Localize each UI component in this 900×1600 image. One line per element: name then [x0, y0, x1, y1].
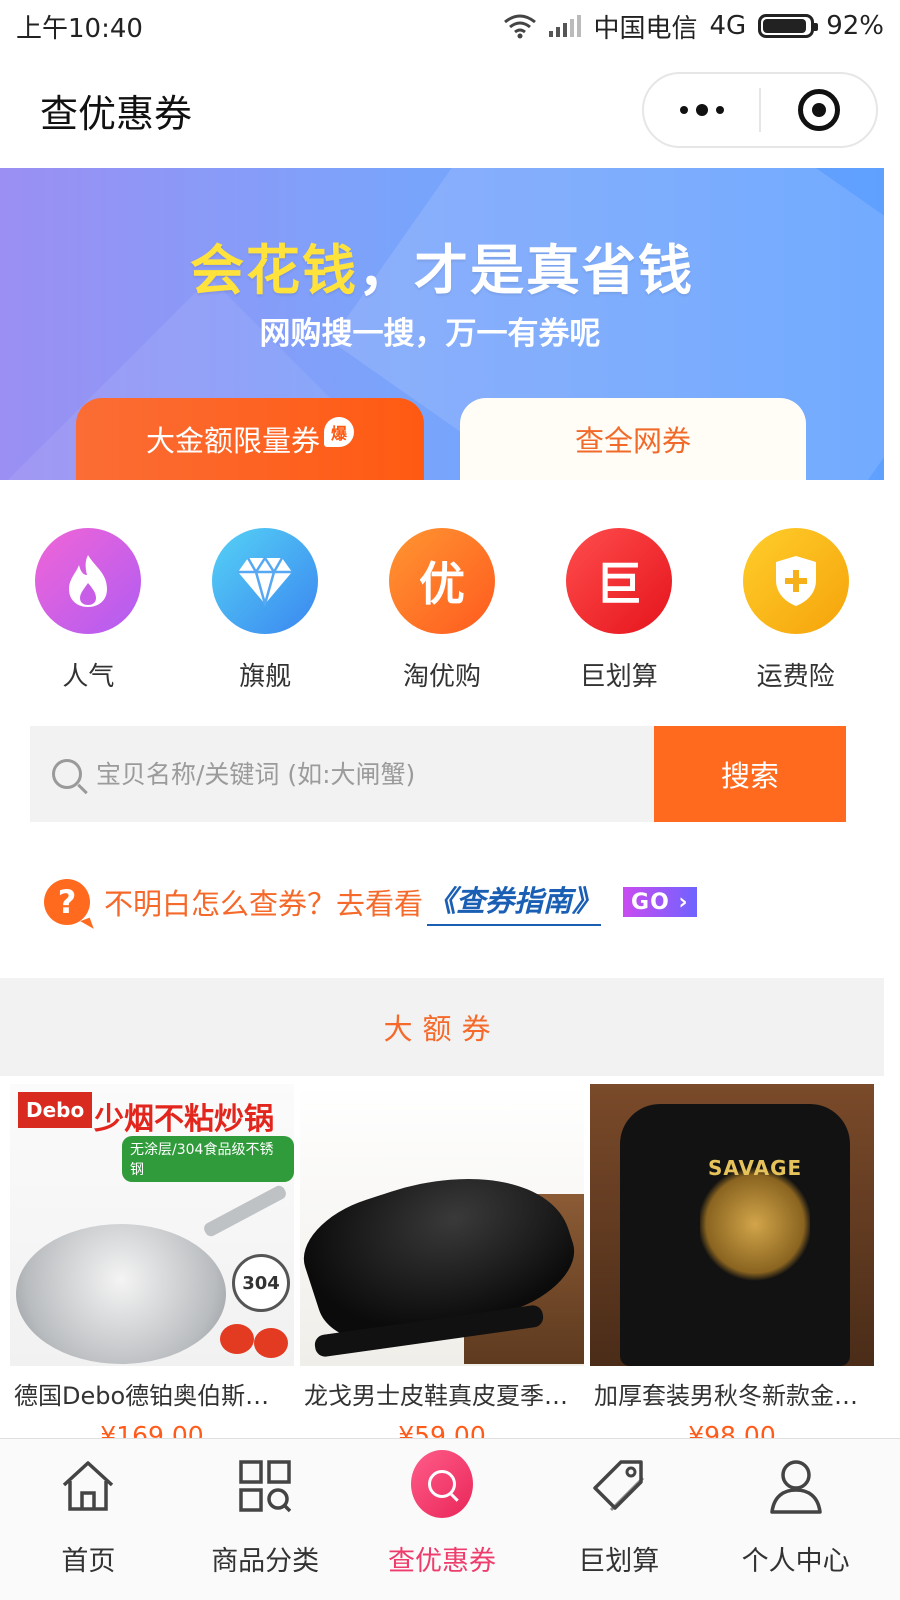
- hot-burst-icon: 爆: [324, 417, 354, 447]
- category-label: 巨划算: [579, 662, 658, 692]
- category-juhuasuan[interactable]: 巨 巨划算: [530, 528, 707, 693]
- more-button[interactable]: [644, 74, 759, 146]
- section-header: 大额券: [0, 978, 884, 1076]
- user-icon: [765, 1455, 827, 1517]
- mini-program-capsule: [642, 72, 878, 148]
- question-icon: ?: [44, 879, 90, 925]
- banner-subtitle: 网购搜一搜，万一有券呢: [259, 316, 601, 352]
- status-time: 上午10:40: [16, 13, 143, 44]
- image-tag: 无涂层/304食品级不锈钢: [122, 1136, 294, 1182]
- battery-percent: 92%: [826, 11, 884, 41]
- guide-text: 不明白怎么查券？去看看: [104, 887, 424, 921]
- image-headline: 少烟不粘炒锅: [94, 1102, 274, 1137]
- category-taoyougou[interactable]: 优 淘优购: [354, 528, 531, 693]
- section-title: 大额券: [383, 1012, 501, 1046]
- wok-illustration: [16, 1224, 226, 1364]
- page-title: 查优惠券: [40, 91, 193, 136]
- tab-label: 个人中心: [741, 1546, 850, 1577]
- tag-icon: [588, 1455, 650, 1517]
- flame-icon: [35, 528, 142, 634]
- ju-icon: 巨: [565, 528, 672, 634]
- product-name: 龙戈男士皮鞋真皮夏季商务: [304, 1382, 584, 1410]
- bottom-tab-bar: 首页 商品分类 查优惠券 巨划算 个人中心: [0, 1438, 900, 1600]
- search-icon: [410, 1450, 473, 1518]
- guide-link[interactable]: 《查券指南》: [427, 878, 602, 926]
- search-button[interactable]: 搜索: [654, 726, 846, 822]
- tab-big-coupons[interactable]: 大金额限量券 爆: [76, 398, 424, 480]
- carrier-name: 中国电信: [593, 13, 698, 44]
- category-label: 运费险: [756, 662, 835, 692]
- tab-label: 查优惠券: [387, 1546, 496, 1577]
- wifi-icon: [504, 14, 537, 39]
- category-row: 人气 旗舰 优 淘优购 巨 巨划算 运费险: [0, 528, 884, 693]
- category-label: 人气: [62, 662, 115, 692]
- tab-all-coupons[interactable]: 查全网券: [460, 398, 806, 480]
- you-icon: 优: [388, 528, 495, 634]
- tab-label: 首页: [61, 1546, 116, 1577]
- coupon-guide: ? 不明白怎么查券？去看看 《查券指南》 GO ›: [44, 878, 697, 926]
- battery-icon: [758, 14, 819, 38]
- grid-search-icon: [234, 1455, 296, 1517]
- product-image: SAVAGE: [590, 1084, 874, 1366]
- category-popular[interactable]: 人气: [0, 528, 177, 693]
- tab-home[interactable]: 首页: [0, 1439, 177, 1600]
- category-flagship[interactable]: 旗舰: [177, 528, 354, 693]
- slogan-rest: ，才是真省钱: [358, 239, 694, 302]
- nav-bar: 查优惠券: [0, 52, 900, 168]
- product-card[interactable]: SAVAGE 加厚套装男秋冬新款金丝绒 ¥98.00: [590, 1084, 874, 1450]
- tab-coupons[interactable]: 查优惠券: [354, 1439, 531, 1600]
- network-type: 4G: [709, 11, 747, 41]
- category-label: 淘优购: [402, 662, 481, 692]
- tab-profile[interactable]: 个人中心: [707, 1439, 884, 1600]
- target-icon: [797, 89, 840, 131]
- search-icon: [52, 759, 82, 789]
- banner-slogan: 会花钱，才是真省钱: [0, 226, 884, 305]
- product-card[interactable]: 龙戈男士皮鞋真皮夏季商务 ¥59.00: [300, 1084, 584, 1450]
- search-field-wrapper: [30, 726, 654, 822]
- shield-plus-icon: [742, 528, 849, 634]
- status-bar: 上午10:40 中国电信 4G 92%: [0, 0, 900, 52]
- search-input[interactable]: [96, 759, 616, 789]
- category-label: 旗舰: [239, 662, 292, 692]
- tab-label: 巨划算: [578, 1546, 660, 1577]
- category-shipping-insurance[interactable]: 运费险: [707, 528, 884, 693]
- image-print-text: SAVAGE: [708, 1156, 803, 1180]
- image-badge: 304: [232, 1254, 290, 1312]
- home-icon: [57, 1455, 119, 1517]
- search-bar: 搜索: [30, 726, 846, 822]
- tab-all-coupons-label: 查全网券: [574, 424, 691, 458]
- chevron-right-icon: ›: [678, 889, 689, 915]
- product-grid: Debo 少烟不粘炒锅 无涂层/304食品级不锈钢 304 德国Debo德铂奥伯…: [10, 1084, 874, 1450]
- product-name: 德国Debo德铂奥伯斯不粘炒锅: [14, 1382, 294, 1410]
- tab-label: 商品分类: [211, 1546, 320, 1577]
- product-image: Debo 少烟不粘炒锅 无涂层/304食品级不锈钢 304: [10, 1084, 294, 1366]
- close-program-button[interactable]: [761, 74, 876, 146]
- go-button[interactable]: GO ›: [623, 887, 697, 917]
- tab-big-coupons-label: 大金额限量券: [145, 424, 320, 458]
- tab-categories[interactable]: 商品分类: [177, 1439, 354, 1600]
- go-label: GO: [631, 889, 670, 915]
- product-card[interactable]: Debo 少烟不粘炒锅 无涂层/304食品级不锈钢 304 德国Debo德铂奥伯…: [10, 1084, 294, 1450]
- more-dots-icon: [679, 104, 724, 116]
- tab-juhuasuan[interactable]: 巨划算: [530, 1439, 707, 1600]
- slogan-highlight: 会花钱: [190, 239, 358, 302]
- diamond-icon: [212, 528, 319, 634]
- brand-logo: Debo: [18, 1092, 93, 1128]
- product-name: 加厚套装男秋冬新款金丝绒: [594, 1382, 874, 1410]
- status-right: 中国电信 4G 92%: [503, 8, 884, 45]
- product-image: [300, 1084, 584, 1366]
- signal-icon: [549, 15, 582, 37]
- promo-banner: 会花钱，才是真省钱 网购搜一搜，万一有券呢 大金额限量券 爆 查全网券: [0, 168, 884, 480]
